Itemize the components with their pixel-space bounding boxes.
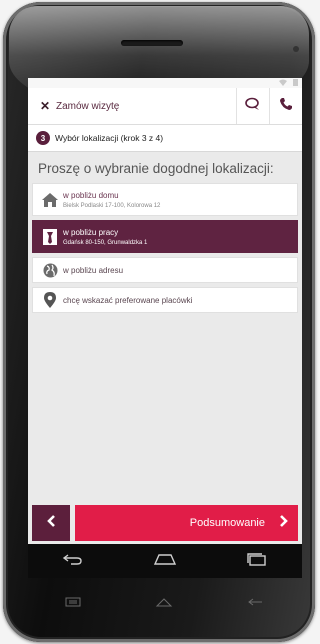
map-pin-icon	[39, 292, 61, 308]
app-header: ✕ Zamów wizytę	[28, 88, 302, 125]
chat-button[interactable]	[236, 88, 269, 124]
option-near-work[interactable]: w pobliżu pracy Gdańsk 80-150, Grunwaldz…	[32, 220, 298, 253]
chevron-right-icon	[279, 514, 288, 532]
wifi-icon	[279, 79, 287, 88]
globe-icon	[39, 263, 61, 278]
option-title: w pobliżu adresu	[63, 265, 124, 275]
page-title: Zamów wizytę	[56, 100, 120, 112]
option-near-address[interactable]: w pobliżu adresu	[32, 257, 298, 283]
back-key-icon[interactable]	[247, 594, 265, 612]
chevron-left-icon	[46, 514, 56, 532]
system-back-icon[interactable]	[62, 552, 84, 570]
step-number-badge: 3	[36, 131, 50, 145]
summary-button-label: Podsumowanie	[189, 517, 265, 529]
home-icon	[39, 192, 61, 208]
briefcase-icon	[39, 228, 61, 246]
home-key-icon[interactable]	[155, 594, 173, 612]
close-icon[interactable]: ✕	[34, 99, 56, 113]
earpiece-speaker	[121, 40, 183, 46]
app-screen: ✕ Zamów wizytę 3 Wybór lokalizacji (krok…	[28, 78, 302, 544]
option-title: chcę wskazać preferowane placówki	[63, 295, 193, 305]
phone-icon	[279, 97, 293, 116]
option-address: Bielsk Podlaski 17-100, Kolorowa 12	[63, 202, 161, 209]
summary-button[interactable]: Podsumowanie	[75, 505, 298, 541]
call-button[interactable]	[269, 88, 302, 124]
status-bar	[28, 78, 302, 88]
system-home-icon[interactable]	[153, 552, 177, 570]
option-preferred-branches[interactable]: chcę wskazać preferowane placówki	[32, 287, 298, 313]
back-button[interactable]	[32, 505, 70, 541]
bottom-action-bar: Podsumowanie	[32, 505, 298, 541]
hardware-keys	[28, 588, 302, 618]
battery-icon	[293, 78, 298, 88]
location-options: w pobliżu domu Bielsk Podlaski 17-100, K…	[28, 183, 302, 313]
chat-icon	[245, 97, 261, 116]
step-indicator: 3 Wybór lokalizacji (krok 3 z 4)	[28, 125, 302, 152]
system-recents-icon[interactable]	[246, 552, 268, 571]
front-camera	[293, 46, 299, 52]
option-title: w pobliżu domu	[63, 190, 119, 200]
option-title: w pobliżu pracy	[63, 227, 119, 237]
option-address: Gdańsk 80-150, Grunwaldzka 1	[63, 239, 148, 246]
section-heading: Proszę o wybranie dogodnej lokalizacji:	[38, 161, 274, 176]
option-near-home[interactable]: w pobliżu domu Bielsk Podlaski 17-100, K…	[32, 183, 298, 216]
step-label: Wybór lokalizacji (krok 3 z 4)	[55, 133, 164, 143]
menu-key-icon[interactable]	[65, 594, 81, 612]
android-navigation-bar	[28, 544, 302, 578]
